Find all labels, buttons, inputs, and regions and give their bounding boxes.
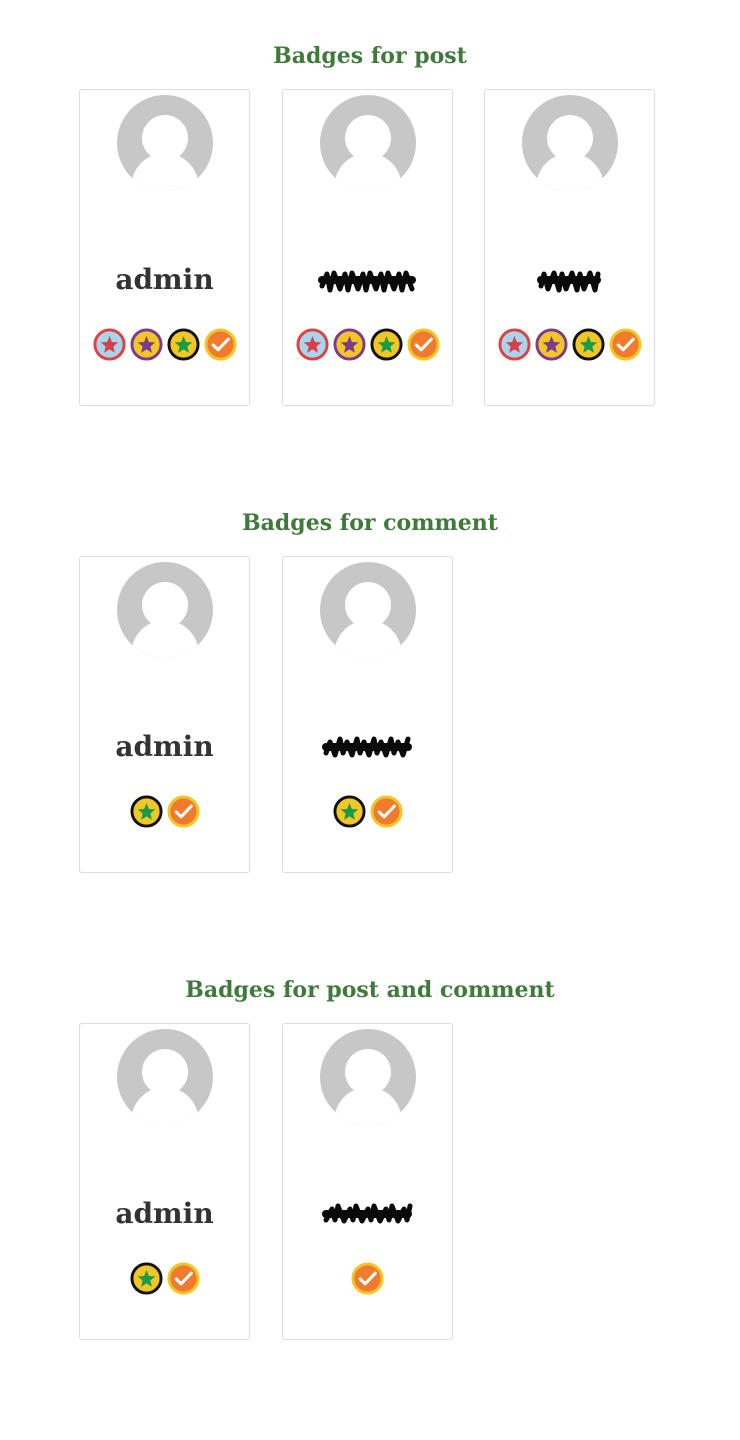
badge-list xyxy=(80,328,249,362)
section-badges-for-comment: Badges for comment admin xyxy=(0,508,740,873)
username[interactable]: admin xyxy=(80,1194,249,1234)
checkmark-badge-icon xyxy=(166,795,200,828)
user-card[interactable] xyxy=(282,556,453,873)
section-title: Badges for post xyxy=(273,43,467,69)
red-star-badge-icon xyxy=(295,328,329,361)
redacted-username-scribble xyxy=(321,736,412,758)
avatar-shoulders-shape xyxy=(334,1087,402,1125)
avatar[interactable] xyxy=(522,95,618,191)
user-card[interactable] xyxy=(282,89,453,406)
purple-star-badge-icon xyxy=(332,328,366,361)
user-card[interactable] xyxy=(484,89,655,406)
checkmark-badge-icon xyxy=(166,1262,200,1295)
username-redacted xyxy=(485,260,654,300)
section-title: Badges for comment xyxy=(242,510,498,536)
user-card[interactable]: admin xyxy=(79,1023,250,1340)
username[interactable]: admin xyxy=(80,260,249,300)
avatar[interactable] xyxy=(320,562,416,658)
avatar-shoulders-shape xyxy=(536,153,604,191)
user-card[interactable]: admin xyxy=(79,556,250,873)
user-card[interactable] xyxy=(282,1023,453,1340)
purple-star-badge-icon xyxy=(129,328,163,361)
badge-list xyxy=(80,795,249,829)
green-star-badge-icon xyxy=(571,328,605,361)
avatar-shoulders-shape xyxy=(334,620,402,658)
purple-star-badge-icon xyxy=(534,328,568,361)
avatar-shoulders-shape xyxy=(131,1087,199,1125)
user-card-list: admin xyxy=(79,556,679,875)
avatar-shoulders-shape xyxy=(131,620,199,658)
badge-list xyxy=(283,1262,452,1296)
user-card[interactable]: admin xyxy=(79,89,250,406)
section-badges-for-post-and-comment: Badges for post and comment admin xyxy=(0,975,740,1340)
badge-list xyxy=(283,795,452,829)
avatar[interactable] xyxy=(117,95,213,191)
checkmark-badge-icon xyxy=(369,795,403,828)
checkmark-badge-icon xyxy=(608,328,642,361)
red-star-badge-icon xyxy=(92,328,126,361)
green-star-badge-icon xyxy=(129,1262,163,1295)
section-badges-for-post: Badges for post admin xyxy=(0,41,740,406)
username-redacted xyxy=(283,727,452,767)
username-redacted xyxy=(283,1194,452,1234)
avatar[interactable] xyxy=(320,95,416,191)
badge-list xyxy=(283,328,452,362)
username[interactable]: admin xyxy=(80,727,249,767)
avatar-shoulders-shape xyxy=(334,153,402,191)
checkmark-badge-icon xyxy=(203,328,237,361)
green-star-badge-icon xyxy=(332,795,366,828)
badge-list xyxy=(485,328,654,362)
avatar[interactable] xyxy=(117,562,213,658)
section-title: Badges for post and comment xyxy=(185,977,555,1003)
green-star-badge-icon xyxy=(369,328,403,361)
redacted-username-scribble xyxy=(317,270,416,293)
username-redacted xyxy=(283,260,452,300)
badge-list xyxy=(80,1262,249,1296)
avatar[interactable] xyxy=(117,1029,213,1125)
checkmark-badge-icon xyxy=(351,1262,384,1295)
avatar[interactable] xyxy=(320,1029,416,1125)
green-star-badge-icon xyxy=(166,328,200,361)
green-star-badge-icon xyxy=(129,795,163,828)
avatar-shoulders-shape xyxy=(131,153,199,191)
checkmark-badge-icon xyxy=(406,328,440,361)
user-card-list: admin xyxy=(79,1023,679,1342)
redacted-username-scribble xyxy=(536,270,601,293)
redacted-username-scribble xyxy=(321,1203,412,1224)
user-card-list: admin xyxy=(79,89,679,408)
red-star-badge-icon xyxy=(497,328,531,361)
